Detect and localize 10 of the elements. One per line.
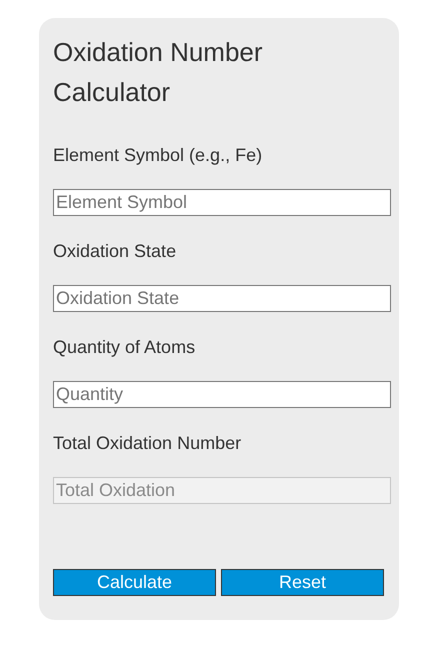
input-field[interactable]: Quantity [53, 381, 391, 408]
field-label: Total Oxidation Number [53, 432, 242, 454]
calculate-button[interactable]: Calculate [53, 569, 216, 596]
field-label: Element Symbol (e.g., Fe) [53, 144, 264, 166]
field-label: Quantity of Atoms [53, 336, 196, 358]
calculator-title: Oxidation Number Calculator [53, 36, 264, 109]
input-field[interactable]: Oxidation State [53, 285, 391, 312]
input-field[interactable]: Element Symbol [53, 189, 391, 216]
reset-button[interactable]: Reset [221, 569, 384, 596]
field-label: Oxidation State [53, 240, 178, 262]
